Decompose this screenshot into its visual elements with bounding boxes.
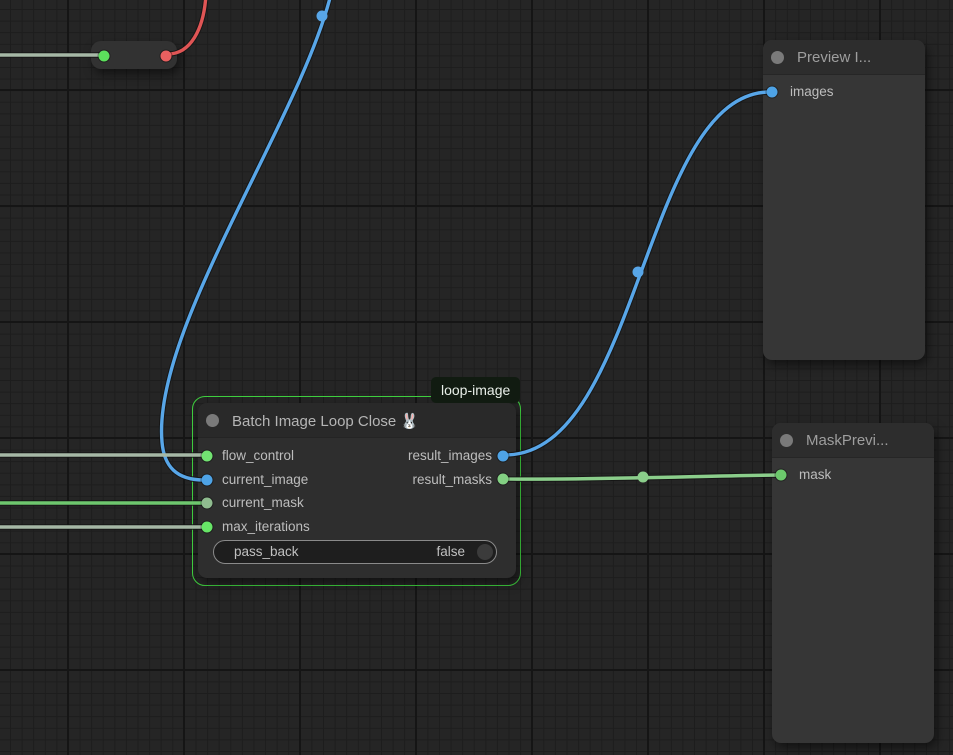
collapse-dot-icon[interactable] [206,414,219,427]
output-label: result_images [408,448,492,463]
node-title: Batch Image Loop Close 🐰 [232,412,419,430]
collapse-dot-icon[interactable] [771,51,784,64]
input-row-max-iterations: max_iterations [222,517,310,537]
widget-value: false [436,541,465,563]
input-row-images: images [790,82,834,102]
node-batch-image-loop-close[interactable]: Batch Image Loop Close 🐰 flow_control cu… [198,403,516,578]
input-row-current-mask: current_mask [222,493,304,513]
widget-pass-back[interactable]: pass_back false [213,540,497,564]
node-tag-loop-image: loop-image [431,377,520,403]
port-current-mask[interactable] [202,498,213,509]
input-label: current_mask [222,495,304,510]
port-mask[interactable] [776,470,787,481]
node-title-bar[interactable]: Batch Image Loop Close 🐰 [198,403,516,438]
input-label: current_image [222,472,308,487]
port-images[interactable] [767,86,778,97]
link-result-images-to-preview [505,92,770,455]
port-collapsed-input[interactable] [99,50,110,61]
node-editor-canvas[interactable]: Batch Image Loop Close 🐰 flow_control cu… [0,0,953,755]
input-row-current-image: current_image [222,470,308,490]
input-label: max_iterations [222,519,310,534]
port-collapsed-output[interactable] [161,50,172,61]
input-label: images [790,84,834,99]
output-row-result-masks: result_masks [412,470,492,490]
toggle-knob-icon[interactable] [477,544,493,560]
node-title-bar[interactable]: MaskPrevi... [772,423,934,458]
node-mask-preview[interactable]: MaskPrevi... mask [772,423,934,743]
node-title: MaskPrevi... [806,432,889,449]
link-midpoint-dot[interactable] [633,267,644,278]
output-row-result-images: result_images [408,446,492,466]
link-midpoint-dot[interactable] [317,11,328,22]
port-flow-control[interactable] [202,450,213,461]
output-label: result_masks [412,472,492,487]
widget-label: pass_back [234,541,299,563]
node-title: Preview I... [797,49,871,66]
port-max-iterations[interactable] [202,522,213,533]
port-result-images[interactable] [498,450,509,461]
input-row-flow-control: flow_control [222,446,294,466]
link-result-masks-to-mask-preview [505,475,779,479]
node-title-bar[interactable]: Preview I... [763,40,925,75]
port-result-masks[interactable] [498,474,509,485]
input-row-mask: mask [799,465,831,485]
input-label: flow_control [222,448,294,463]
node-preview-image[interactable]: Preview I... images [763,40,925,360]
input-label: mask [799,467,831,482]
collapse-dot-icon[interactable] [780,434,793,447]
port-current-image[interactable] [202,474,213,485]
link-midpoint-dot[interactable] [638,472,649,483]
